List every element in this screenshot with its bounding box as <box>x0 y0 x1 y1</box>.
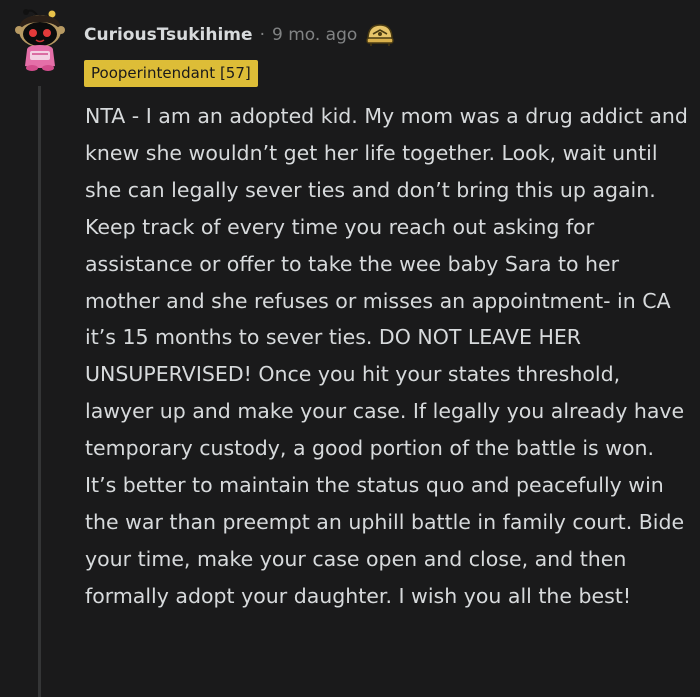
username-link[interactable]: CuriousTsukihime <box>84 25 253 45</box>
user-avatar[interactable] <box>10 6 70 72</box>
comment: CuriousTsukihime · 9 mo. ago Pooperinten… <box>0 0 700 697</box>
thread-collapse-line[interactable] <box>38 86 41 697</box>
comment-meta: CuriousTsukihime · 9 mo. ago <box>84 20 395 50</box>
user-flair[interactable]: Pooperintendant [57] <box>84 60 258 87</box>
meta-separator: · <box>259 25 265 45</box>
helmet-award-icon[interactable] <box>365 22 395 48</box>
timestamp-link[interactable]: 9 mo. ago <box>272 25 357 45</box>
comment-body: NTA - I am an adopted kid. My mom was a … <box>85 104 688 608</box>
